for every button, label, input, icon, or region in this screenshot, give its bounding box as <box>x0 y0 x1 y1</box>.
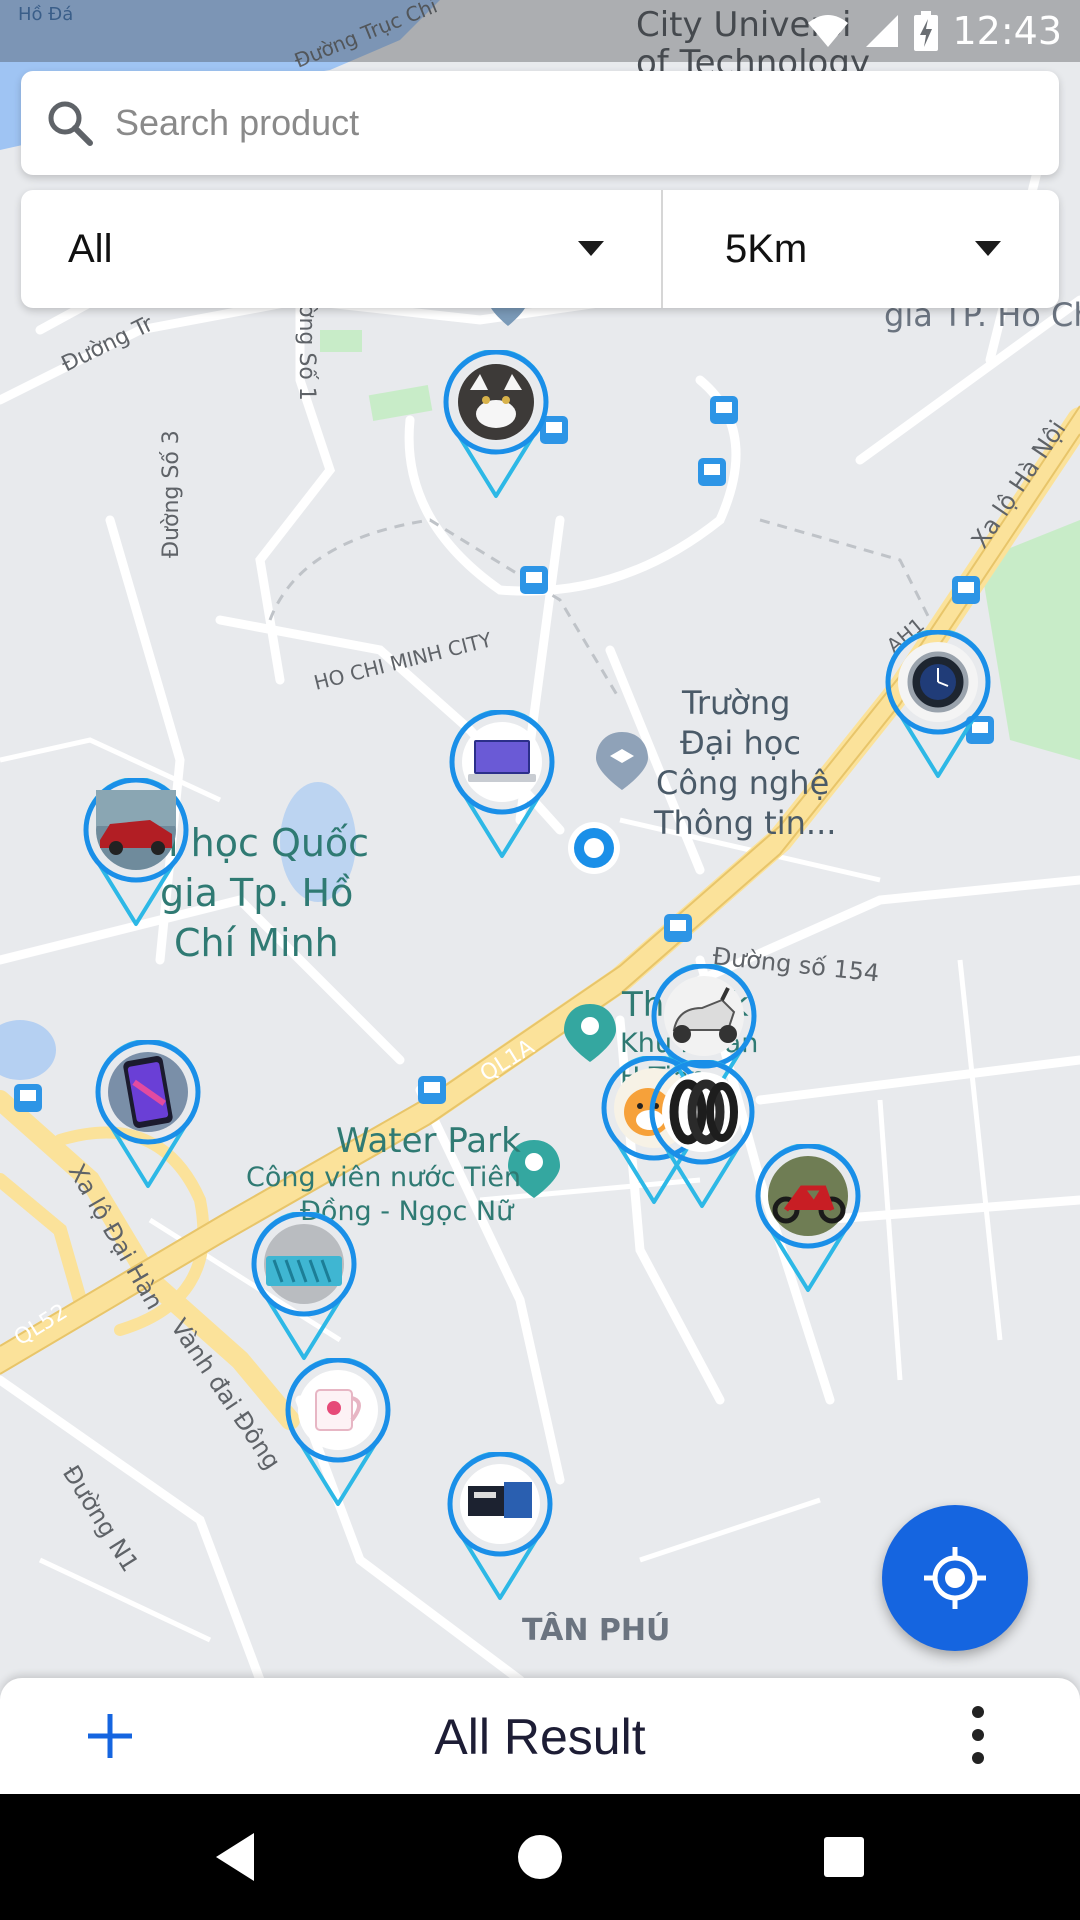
product-pin-laptop[interactable] <box>446 710 558 860</box>
wifi-icon <box>808 15 849 47</box>
map-label: ờng Số 1 <box>294 304 319 401</box>
map-label: Công nghệ <box>656 764 829 802</box>
crosshair-icon <box>924 1547 986 1609</box>
filter-bar: All 5Km <box>21 190 1059 308</box>
product-pin-car[interactable] <box>80 778 192 928</box>
distance-dropdown[interactable]: 5Km <box>663 190 1059 308</box>
map-label: Trường <box>681 684 790 722</box>
watch-photo-icon <box>885 630 991 778</box>
distance-value: 5Km <box>725 226 808 271</box>
tires-photo-icon <box>649 1060 755 1208</box>
product-pin-box[interactable] <box>444 1452 556 1602</box>
product-pin-phone[interactable] <box>92 1040 204 1190</box>
search-icon <box>48 101 93 146</box>
status-bar: 12:43 <box>0 0 1080 62</box>
mug-photo-icon <box>285 1358 391 1506</box>
bottom-app-bar: All Result <box>0 1678 1080 1794</box>
cell-signal-icon <box>866 15 899 47</box>
map-label: Chí Minh <box>174 921 339 965</box>
map-label: Đường Số 3 <box>159 430 184 558</box>
product-pin-tires[interactable] <box>646 1060 758 1210</box>
laptop-photo-icon <box>449 710 555 858</box>
more-vert-icon[interactable] <box>960 1702 996 1768</box>
home-icon[interactable] <box>510 1827 570 1887</box>
map-label: Thông tin... <box>653 804 836 842</box>
chevron-down-icon <box>975 241 1001 256</box>
map-label: Công viên nước Tiên <box>246 1162 521 1193</box>
status-time: 12:43 <box>952 9 1062 53</box>
product-pin-cat[interactable] <box>440 350 552 500</box>
product-pin-motorbike[interactable] <box>752 1144 864 1294</box>
recents-icon[interactable] <box>814 1827 874 1887</box>
motorbike-photo-icon <box>755 1144 861 1292</box>
bag-photo-icon <box>251 1212 357 1360</box>
back-icon[interactable] <box>206 1827 266 1887</box>
search-bar[interactable] <box>21 71 1059 175</box>
map-label: Đại học <box>680 724 801 762</box>
chevron-down-icon <box>578 241 604 256</box>
map-label: i học Quốc <box>168 821 369 865</box>
product-pin-watch[interactable] <box>882 630 994 780</box>
current-location-dot <box>568 822 620 874</box>
phone-photo-icon <box>95 1040 201 1188</box>
result-title: All Result <box>434 1709 646 1765</box>
category-value: All <box>68 226 113 271</box>
box-photo-icon <box>447 1452 553 1600</box>
product-pin-mug[interactable] <box>282 1358 394 1508</box>
cat-photo-icon <box>443 350 549 498</box>
search-input[interactable] <box>115 102 1015 144</box>
map-label: Water Park <box>336 1121 521 1161</box>
car-photo-icon <box>83 778 189 926</box>
my-location-button[interactable] <box>882 1505 1028 1651</box>
battery-charging-icon <box>914 11 939 51</box>
map-label: TÂN PHÚ <box>522 1611 670 1648</box>
system-nav-bar <box>0 1794 1080 1920</box>
product-pin-bag[interactable] <box>248 1212 360 1362</box>
category-dropdown[interactable]: All <box>21 190 663 308</box>
